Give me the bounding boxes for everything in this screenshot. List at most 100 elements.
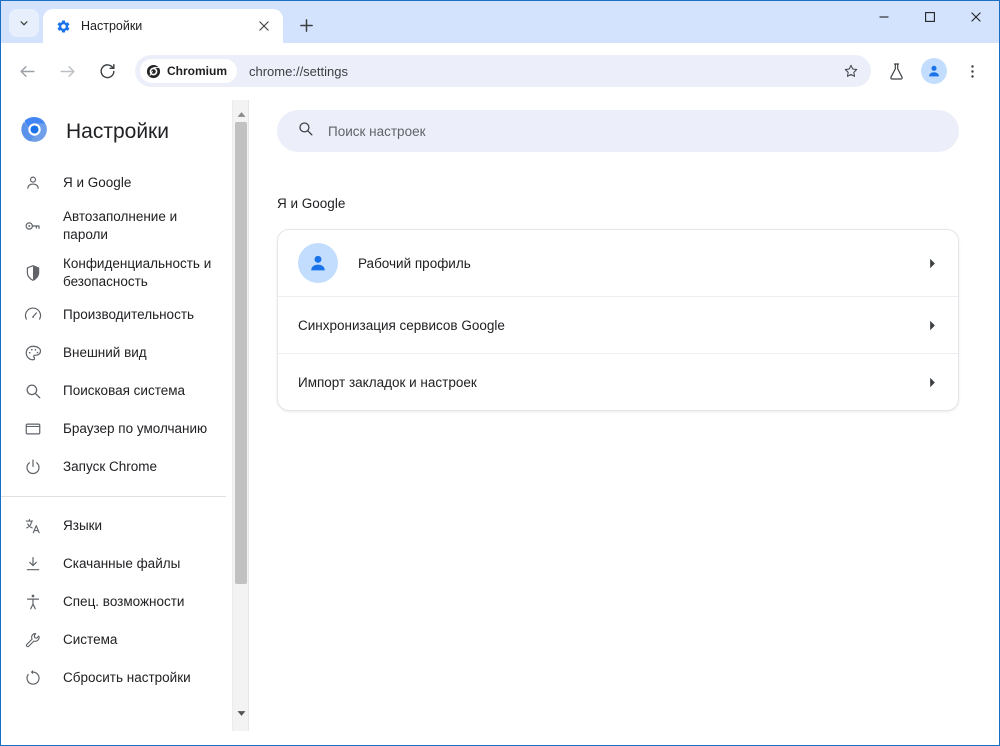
flask-icon bbox=[889, 62, 903, 80]
sidebar-item-label: Производительность bbox=[63, 307, 195, 323]
scroll-down-button[interactable] bbox=[233, 705, 249, 721]
arrow-left-icon bbox=[19, 65, 35, 77]
scroll-up-button[interactable] bbox=[233, 106, 249, 122]
sidebar-item-label: Скачанные файлы bbox=[63, 556, 181, 572]
sidebar-item-label: Конфиденциальность и безопасность bbox=[63, 256, 212, 289]
sidebar-item-search-engine[interactable]: Поисковая система bbox=[1, 372, 226, 410]
browser-menu-button[interactable] bbox=[955, 54, 989, 88]
sidebar-item-reset-settings[interactable]: Сбросить настройки bbox=[1, 659, 226, 697]
settings-main: Поиск настроек Я и Google Рабочий профил… bbox=[249, 100, 999, 731]
search-icon bbox=[297, 120, 314, 142]
tab-title: Настройки bbox=[81, 19, 143, 33]
page-title: Настройки bbox=[66, 120, 169, 143]
sidebar-item-languages[interactable]: Языки bbox=[1, 507, 226, 545]
row-label: Рабочий профиль bbox=[358, 255, 471, 271]
window-icon bbox=[23, 420, 43, 438]
sidebar-item-on-startup[interactable]: Запуск Chrome bbox=[1, 448, 226, 486]
sidebar-item-system[interactable]: Система bbox=[1, 621, 226, 659]
section-title: Я и Google bbox=[277, 196, 346, 211]
sidebar-item-performance[interactable]: Производительность bbox=[1, 296, 226, 334]
star-icon bbox=[844, 64, 858, 77]
scrollbar-thumb[interactable] bbox=[235, 122, 247, 584]
reload-icon bbox=[99, 63, 115, 78]
omnibox[interactable]: Chromium chrome://settings bbox=[135, 55, 871, 87]
sidebar-item-accessibility[interactable]: Спец. возможности bbox=[1, 583, 226, 621]
forward-button[interactable] bbox=[50, 54, 84, 88]
sidebar-item-privacy-security[interactable]: Конфиденциальность и безопасность bbox=[1, 249, 226, 296]
key-icon bbox=[23, 217, 43, 235]
profile-button[interactable] bbox=[917, 54, 951, 88]
accessibility-icon bbox=[23, 593, 43, 611]
shield-icon bbox=[23, 264, 43, 282]
sidebar-item-appearance[interactable]: Внешний вид bbox=[1, 334, 226, 372]
chevron-right-icon bbox=[927, 320, 938, 331]
bookmark-button[interactable] bbox=[837, 57, 865, 85]
person-icon bbox=[311, 255, 325, 271]
minimize-button[interactable] bbox=[861, 1, 907, 33]
close-icon bbox=[971, 12, 981, 22]
sidebar-group-one: Я и Google Автозаполнение и пароли Конфи… bbox=[1, 164, 226, 486]
chevron-right-icon bbox=[927, 258, 938, 269]
sidebar-item-autofill-passwords[interactable]: Автозаполнение и пароли bbox=[1, 202, 226, 249]
speedometer-icon bbox=[23, 306, 43, 324]
maximize-icon bbox=[925, 12, 935, 22]
arrow-right-icon bbox=[59, 65, 75, 77]
sidebar-item-label: Внешний вид bbox=[63, 345, 147, 361]
sidebar-item-you-and-google[interactable]: Я и Google bbox=[1, 164, 226, 202]
sidebar-group-two: Языки Скачанные файлы Спец. возможности … bbox=[1, 507, 226, 697]
sidebar-item-label: Система bbox=[63, 632, 118, 648]
chromium-icon bbox=[146, 64, 161, 78]
sidebar-item-label: Спец. возможности bbox=[63, 594, 185, 610]
caret-down-icon bbox=[237, 710, 245, 716]
avatar bbox=[298, 243, 338, 283]
sidebar-item-label: Поисковая система bbox=[63, 383, 186, 399]
search-icon bbox=[23, 382, 43, 400]
person-icon bbox=[929, 65, 939, 77]
sidebar-item-label: Языки bbox=[63, 518, 103, 534]
tab-strip: Настройки bbox=[1, 1, 999, 43]
tab-settings[interactable]: Настройки bbox=[43, 9, 283, 43]
back-button[interactable] bbox=[10, 54, 44, 88]
translate-icon bbox=[23, 517, 43, 535]
sidebar-item-label: Автозаполнение и пароли bbox=[63, 209, 178, 242]
settings-page: Настройки Я и Google Автозаполнение и па… bbox=[1, 99, 999, 731]
sidebar-scrollbar[interactable] bbox=[232, 100, 248, 731]
person-icon bbox=[23, 174, 43, 192]
row-import-bookmarks-settings[interactable]: Импорт закладок и настроек bbox=[278, 353, 958, 410]
row-sync-google-services[interactable]: Синхронизация сервисов Google bbox=[278, 296, 958, 353]
tab-search-button[interactable] bbox=[9, 9, 39, 37]
row-work-profile[interactable]: Рабочий профиль bbox=[278, 230, 958, 296]
sidebar-item-label: Запуск Chrome bbox=[63, 459, 157, 475]
tab-close-button[interactable] bbox=[253, 15, 275, 37]
search-settings-box[interactable]: Поиск настроек bbox=[277, 110, 959, 152]
close-window-button[interactable] bbox=[953, 1, 999, 33]
sidebar-divider bbox=[1, 496, 226, 498]
site-chip-label: Chromium bbox=[167, 64, 227, 78]
palette-icon bbox=[23, 344, 43, 362]
sidebar-item-label: Сбросить настройки bbox=[63, 670, 191, 686]
download-icon bbox=[23, 555, 43, 573]
sidebar-item-label: Браузер по умолчанию bbox=[63, 421, 208, 437]
sidebar-item-downloads[interactable]: Скачанные файлы bbox=[1, 545, 226, 583]
wrench-icon bbox=[23, 631, 43, 649]
settings-gear-icon bbox=[55, 18, 71, 34]
close-icon bbox=[259, 21, 269, 31]
plus-icon bbox=[299, 18, 313, 32]
settings-sidebar: Настройки Я и Google Автозаполнение и па… bbox=[1, 100, 249, 731]
settings-brand: Настройки bbox=[1, 100, 248, 164]
new-tab-button[interactable] bbox=[291, 10, 321, 40]
row-label: Синхронизация сервисов Google bbox=[298, 317, 505, 333]
experiments-button[interactable] bbox=[879, 54, 913, 88]
avatar bbox=[921, 58, 947, 84]
browser-toolbar: Chromium chrome://settings bbox=[1, 43, 999, 99]
url-text: chrome://settings bbox=[249, 63, 348, 79]
browser-window: Настройки Chromium chrome://settings Нас… bbox=[0, 0, 1000, 746]
minimize-icon bbox=[879, 16, 889, 18]
chromium-logo-icon bbox=[21, 116, 48, 148]
sidebar-item-default-browser[interactable]: Браузер по умолчанию bbox=[1, 410, 226, 448]
caret-up-icon bbox=[237, 111, 245, 117]
site-chip[interactable]: Chromium bbox=[140, 59, 237, 83]
maximize-button[interactable] bbox=[907, 1, 953, 33]
search-input[interactable]: Поиск настроек bbox=[328, 124, 426, 139]
reload-button[interactable] bbox=[90, 54, 124, 88]
